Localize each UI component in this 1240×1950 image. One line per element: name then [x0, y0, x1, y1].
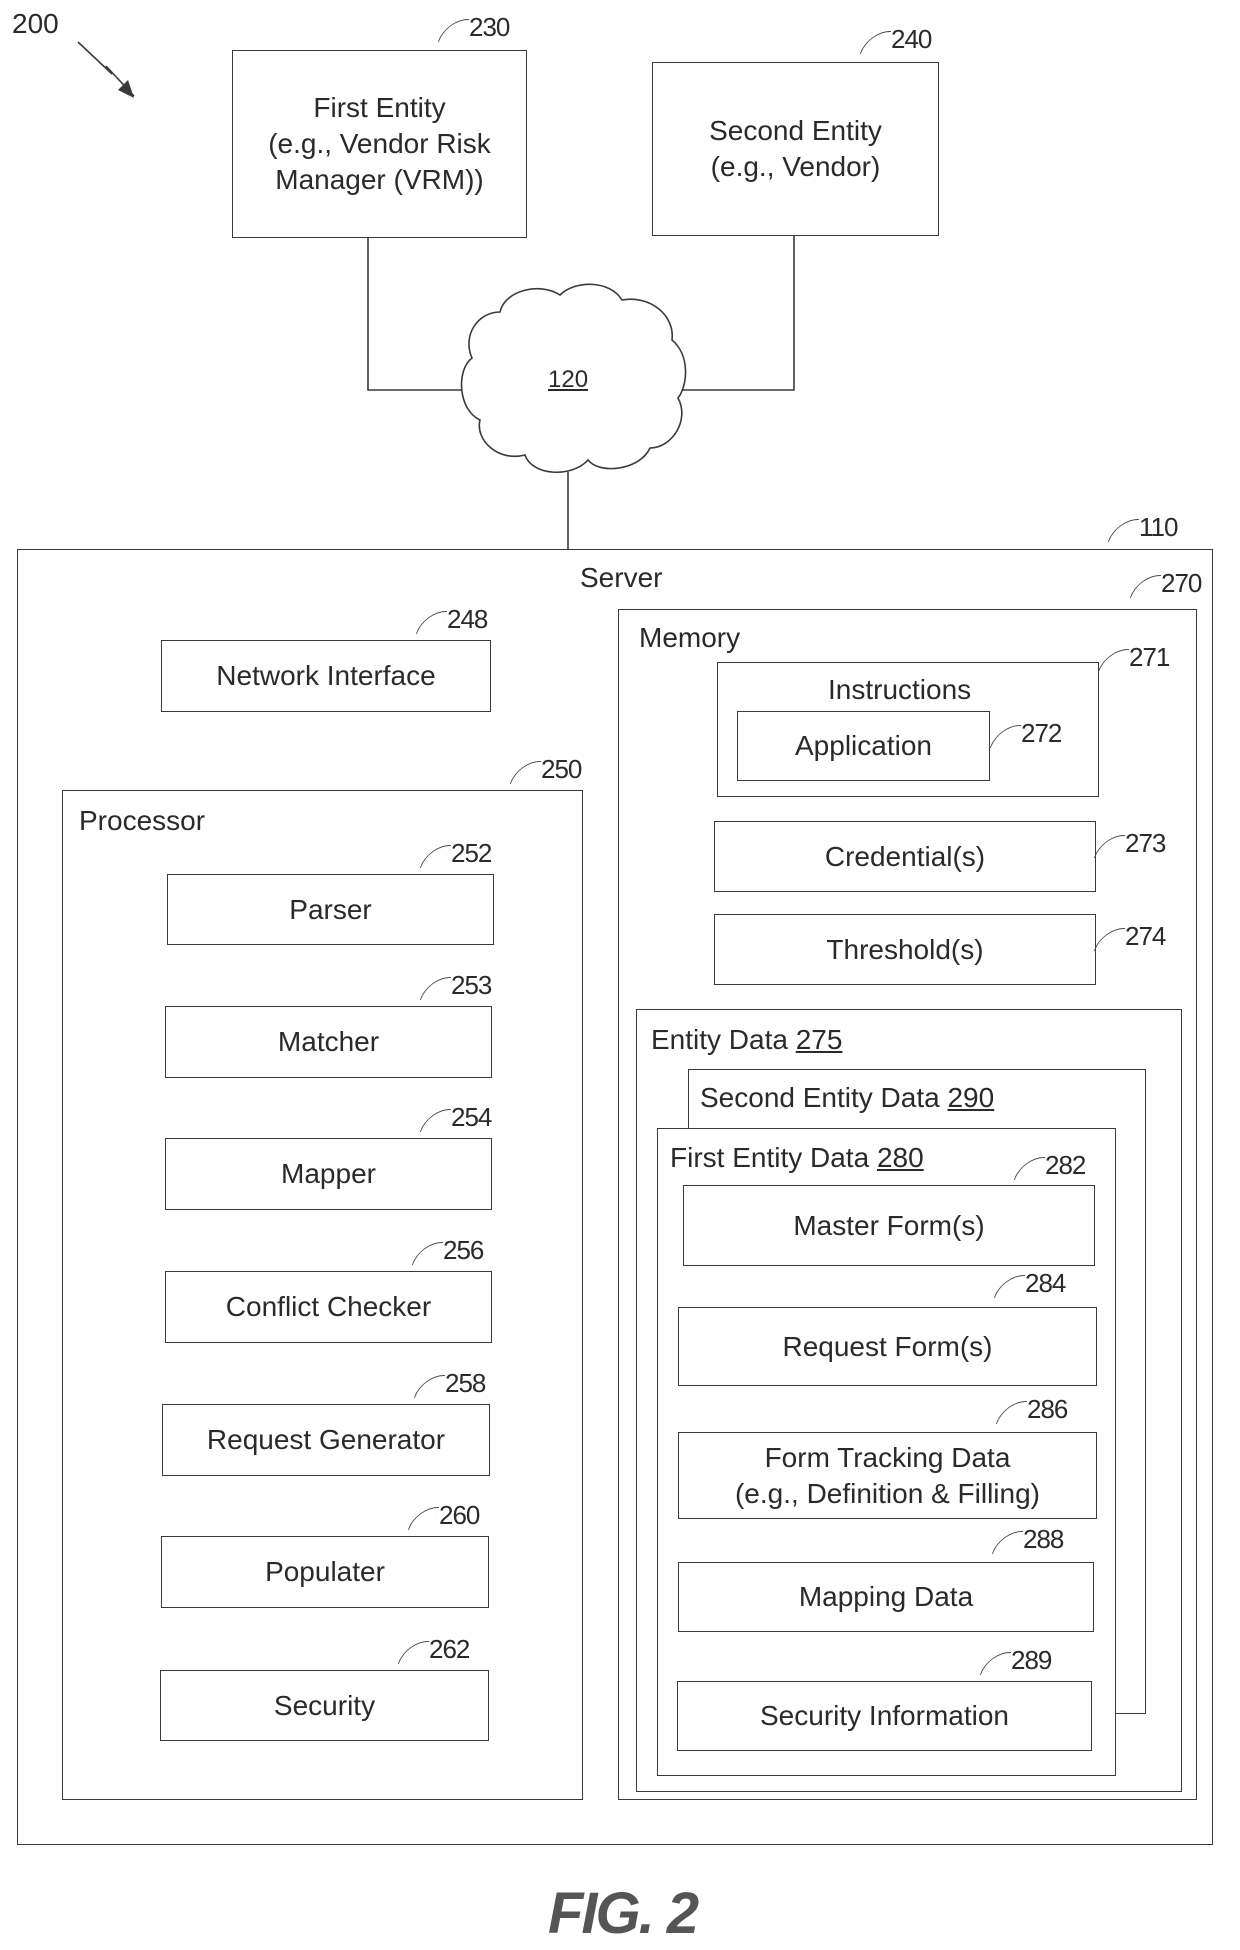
conflict-checker-box: Conflict Checker: [165, 1271, 492, 1343]
matcher-label: Matcher: [277, 1026, 380, 1057]
mapper-box: Mapper: [165, 1138, 492, 1210]
thresholds-box: Threshold(s): [714, 914, 1096, 985]
second-entity-ref: 240: [864, 24, 932, 55]
matcher-ref: 253: [424, 970, 492, 1001]
second-entity-data-title-text: Second Entity Data: [700, 1082, 940, 1113]
form-tracking-line-2: (e.g., Definition & Filling): [734, 1477, 1040, 1509]
server-ref: 110: [1112, 512, 1178, 543]
first-entity-line-1: First Entity: [313, 92, 446, 123]
form-tracking-data-ref: 286: [1000, 1394, 1068, 1425]
mapper-label: Mapper: [281, 1158, 376, 1189]
master-forms-ref: 282: [1018, 1150, 1086, 1181]
populater-ref: 260: [412, 1500, 480, 1531]
figure-caption: FIG. 2: [548, 1881, 699, 1946]
mapping-data-box: Mapping Data: [678, 1562, 1094, 1632]
link-second-entity-to-network: [682, 236, 795, 391]
network-interface-box: Network Interface: [161, 640, 491, 712]
second-entity-line-2: (e.g., Vendor): [710, 151, 881, 182]
security-information-box: Security Information: [677, 1681, 1092, 1751]
thresholds-label: Threshold(s): [826, 933, 984, 965]
security-box: Security: [160, 1670, 489, 1741]
form-tracking-line-1: Form Tracking Data: [764, 1441, 1011, 1473]
first-entity-data-title: First Entity Data 280: [670, 1142, 924, 1174]
populater-box: Populater: [161, 1536, 489, 1608]
form-tracking-data-box: Form Tracking Data (e.g., Definition & F…: [678, 1432, 1097, 1519]
processor-ref: 250: [514, 754, 582, 785]
second-entity-box: Second Entity (e.g., Vendor): [652, 62, 939, 236]
security-ref: 262: [402, 1634, 470, 1665]
credentials-ref: 273: [1098, 828, 1166, 859]
credentials-label: Credential(s): [824, 840, 986, 872]
mapper-ref: 254: [424, 1102, 492, 1133]
second-entity-data-title: Second Entity Data 290: [700, 1082, 994, 1114]
credentials-box: Credential(s): [714, 821, 1096, 892]
mapping-data-label: Mapping Data: [798, 1581, 974, 1612]
mapping-data-ref: 288: [996, 1524, 1064, 1555]
application-label: Application: [795, 730, 932, 761]
first-entity-line-3: Manager (VRM)): [275, 164, 484, 195]
instructions-ref: 271: [1102, 642, 1170, 673]
master-forms-label: Master Form(s): [793, 1209, 985, 1241]
matcher-box: Matcher: [165, 1006, 492, 1078]
request-generator-label: Request Generator: [206, 1424, 446, 1455]
form-tracking-data-label: Form Tracking Data (e.g., Definition & F…: [679, 1440, 1096, 1512]
second-entity-label: Second Entity (e.g., Vendor): [653, 113, 938, 185]
first-entity-data-title-text: First Entity Data: [670, 1142, 870, 1173]
processor-title: Processor: [79, 805, 206, 836]
request-generator-ref: 258: [418, 1368, 486, 1399]
parser-label: Parser: [289, 893, 372, 925]
request-forms-ref: 284: [998, 1268, 1066, 1299]
link-first-entity-to-network: [367, 238, 462, 391]
network-interface-ref: 248: [420, 604, 488, 635]
parser-box: Parser: [167, 874, 494, 945]
first-entity-ref: 230: [442, 12, 510, 43]
entity-data-title-text: Entity Data: [651, 1024, 788, 1055]
figure-pointer-arrowhead: [118, 80, 134, 98]
first-entity-label: First Entity (e.g., Vendor Risk Manager …: [233, 90, 526, 198]
memory-ref: 270: [1134, 568, 1202, 599]
entity-data-title: Entity Data 275: [651, 1024, 842, 1056]
figure-reference-number: 200: [12, 8, 59, 39]
parser-ref: 252: [424, 838, 492, 869]
first-entity-data-ref: 280: [876, 1142, 924, 1173]
application-box: Application: [737, 711, 990, 781]
server-title: Server: [580, 562, 663, 593]
request-forms-label: Request Form(s): [782, 1330, 993, 1362]
populater-label: Populater: [265, 1556, 385, 1587]
conflict-checker-ref: 256: [416, 1235, 484, 1266]
security-information-label: Security Information: [760, 1700, 1009, 1731]
conflict-checker-label: Conflict Checker: [225, 1291, 432, 1322]
thresholds-ref: 274: [1098, 921, 1166, 952]
second-entity-line-1: Second Entity: [709, 115, 882, 146]
security-label: Security: [273, 1689, 376, 1721]
entity-data-ref: 275: [795, 1024, 843, 1055]
security-information-ref: 289: [984, 1645, 1052, 1676]
request-forms-box: Request Form(s): [678, 1307, 1097, 1386]
network-interface-label: Network Interface: [216, 660, 436, 691]
first-entity-line-2: (e.g., Vendor Risk: [268, 128, 491, 159]
network-reference: 120: [548, 366, 589, 393]
instructions-title: Instructions: [828, 674, 972, 705]
memory-title: Memory: [639, 622, 741, 653]
request-generator-box: Request Generator: [162, 1404, 490, 1476]
master-forms-box: Master Form(s): [683, 1185, 1095, 1266]
application-ref: 272: [994, 718, 1062, 749]
second-entity-data-ref: 290: [947, 1082, 995, 1113]
first-entity-box: First Entity (e.g., Vendor Risk Manager …: [232, 50, 527, 238]
